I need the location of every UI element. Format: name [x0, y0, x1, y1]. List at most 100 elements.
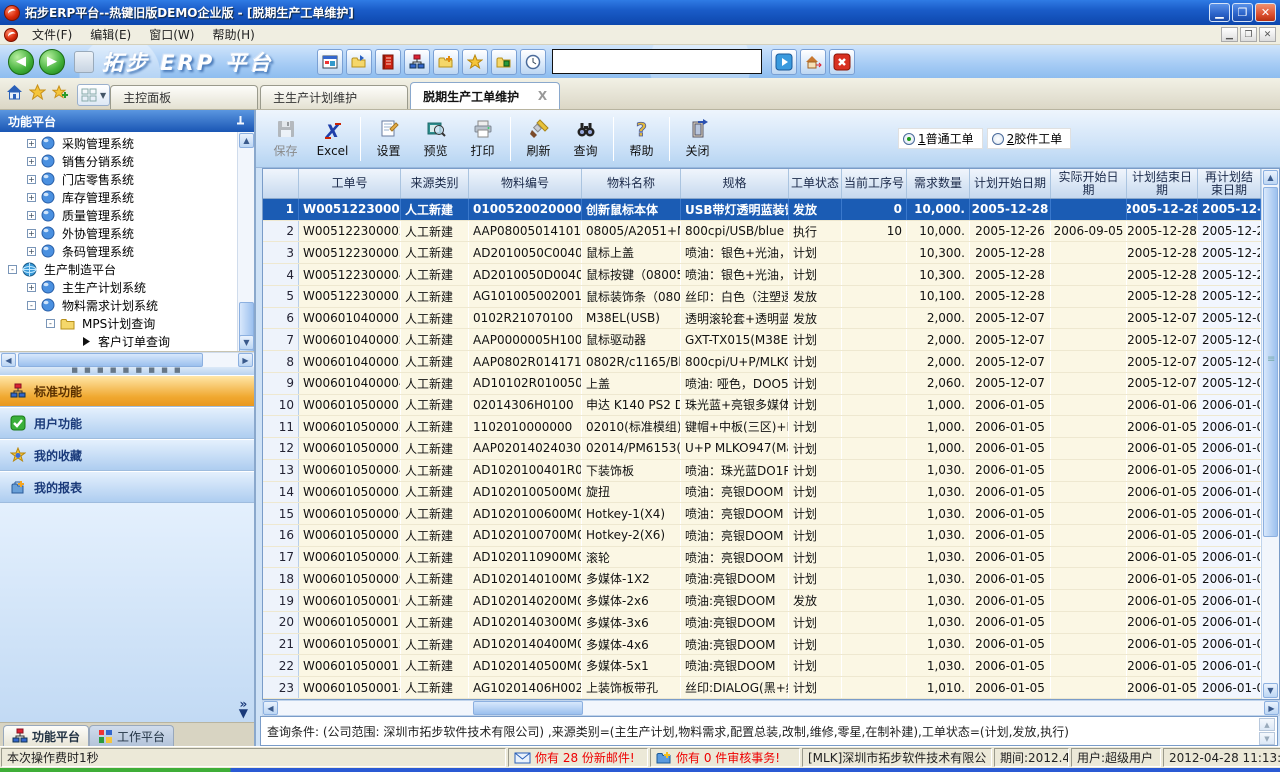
table-scroll-up-icon[interactable]: ▲ [1263, 170, 1278, 185]
tree-expander-icon[interactable]: + [27, 139, 36, 148]
table-row[interactable]: 5W005122300005人工新建AG1010050020010鼠标装饰条（0… [263, 286, 1261, 308]
forward-button[interactable]: ▶ [39, 49, 65, 75]
column-header-rownum[interactable] [263, 169, 299, 198]
tree-item-质量管理系统[interactable]: +质量管理系统 [0, 206, 237, 224]
pin-icon[interactable] [235, 115, 246, 127]
table-row[interactable]: 15W006010500006人工新建AD1020100600M00Hotkey… [263, 503, 1261, 525]
toolbar-button-刷新[interactable]: 刷新 [515, 113, 562, 165]
column-header-规格[interactable]: 规格 [681, 169, 789, 198]
query-scroll-down-icon[interactable]: ▼ [1259, 732, 1275, 745]
table-scroll-thumb[interactable] [1263, 187, 1278, 537]
mdi-restore-button[interactable]: ❐ [1240, 27, 1257, 42]
tree-expander-icon[interactable]: + [27, 211, 36, 220]
table-row[interactable]: 2W005122300002人工新建AAP08005014101008005/A… [263, 221, 1261, 243]
tree-item-客户订单查询[interactable]: 客户订单查询 [0, 332, 237, 350]
quickbar-button-app-window-icon[interactable] [317, 49, 343, 75]
column-header-当前工序号[interactable]: 当前工序号 [842, 169, 907, 198]
tree-item-库存管理系统[interactable]: +库存管理系统 [0, 188, 237, 206]
quickbar-button-notebook-icon[interactable] [375, 49, 401, 75]
column-header-物料编号[interactable]: 物料编号 [469, 169, 582, 198]
table-scroll-right-icon[interactable]: ▶ [1264, 701, 1279, 715]
accordion-item-用户功能[interactable]: 用户功能 [0, 407, 254, 439]
quickbar-button-folder-doc-icon[interactable] [491, 49, 517, 75]
table-row[interactable]: 23W006010500014人工新建AG10201406H0020上装饰板带孔… [263, 677, 1261, 699]
quickbar-button-clock-icon[interactable] [520, 49, 546, 75]
table-row[interactable]: 14W006010500005人工新建AD1020100500M00旋扭喷油：亮… [263, 482, 1261, 504]
table-row[interactable]: 17W006010500008人工新建AD1020110900M00滚轮喷油：亮… [263, 547, 1261, 569]
table-row[interactable]: 18W006010500009人工新建AD1020140100M00多媒体-1X… [263, 568, 1261, 590]
table-row[interactable]: 20W006010500011人工新建AD1020140300M00多媒体-3x… [263, 612, 1261, 634]
close-button[interactable]: ✕ [1255, 3, 1276, 22]
tree-expander-icon[interactable]: - [27, 301, 36, 310]
table-row[interactable]: 16W006010500007人工新建AD1020100700M00Hotkey… [263, 525, 1261, 547]
column-header-需求数量[interactable]: 需求数量 [907, 169, 970, 198]
menu-item-1[interactable]: 编辑(E) [81, 26, 140, 44]
quickbar-button-home-exit-icon[interactable] [800, 49, 826, 75]
column-header-物料名称[interactable]: 物料名称 [582, 169, 681, 198]
table-horizontal-scrollbar[interactable]: ◀ ▶ [262, 700, 1280, 716]
mdi-close-button[interactable]: ✕ [1259, 27, 1276, 42]
scroll-right-icon[interactable]: ▶ [238, 353, 253, 367]
quickbar-button-exit-icon[interactable] [829, 49, 855, 75]
column-header-计划结束日期[interactable]: 计划结束日期 [1127, 169, 1198, 198]
toolbar-button-关闭[interactable]: 关闭 [674, 113, 721, 165]
tabstrip-tool-star-icon[interactable] [29, 84, 46, 103]
quickbar-button-org-chart-icon[interactable] [404, 49, 430, 75]
sidebar-tab-工作平台[interactable]: 工作平台 [89, 725, 174, 746]
tabstrip-tool-star-add-icon[interactable] [52, 84, 69, 103]
quickbar-button-favorite-icon[interactable] [462, 49, 488, 75]
table-row[interactable]: 13W006010500004人工新建AD1020100401R00下装饰板喷油… [263, 460, 1261, 482]
column-header-工单号[interactable]: 工单号 [299, 169, 401, 198]
tree-item-销售分销系统[interactable]: +销售分销系统 [0, 152, 237, 170]
table-row[interactable]: 9W006010400004人工新建AD10102R0100500上盖喷油: 哑… [263, 373, 1261, 395]
table-row[interactable]: 3W005122300003人工新建AD2010050C00400鼠标上盖喷油：… [263, 242, 1261, 264]
quickbar-button-folder-add-icon[interactable] [433, 49, 459, 75]
table-row[interactable]: 10W006010500001人工新建02014306H0100申达 K140 … [263, 395, 1261, 417]
table-row[interactable]: 1W005122300001人工新建0100520020000创新鼠标本体USB… [263, 199, 1261, 221]
scroll-left-icon[interactable]: ◀ [1, 353, 16, 367]
accordion-item-我的报表[interactable]: 我的报表 [0, 471, 254, 503]
toolbar-button-打印[interactable]: 打印 [459, 113, 506, 165]
radio-option-胶件工单[interactable]: 2胶件工单 [987, 128, 1072, 149]
table-row[interactable]: 6W006010400001人工新建0102R21070100M38EL(USB… [263, 308, 1261, 330]
sidebar-tab-功能平台[interactable]: 功能平台 [3, 725, 89, 746]
tree-item-采购管理系统[interactable]: +采购管理系统 [0, 134, 237, 152]
tab-close-icon[interactable]: X [520, 89, 547, 103]
tab-脱期生产工单维护[interactable]: 脱期生产工单维护X [410, 82, 560, 109]
menu-item-3[interactable]: 帮助(H) [203, 26, 263, 44]
restore-button[interactable]: ❐ [1232, 3, 1253, 22]
radio-circle-icon[interactable] [992, 133, 1004, 145]
tree-expander-icon[interactable]: + [27, 157, 36, 166]
table-vertical-scrollbar[interactable]: ▲ ▼ [1261, 169, 1279, 699]
radio-circle-icon[interactable] [903, 133, 915, 145]
table-hscroll-thumb[interactable] [473, 701, 583, 715]
radio-option-普通工单[interactable]: 1普通工单 [898, 128, 983, 149]
tree-item-条码管理系统[interactable]: +条码管理系统 [0, 242, 237, 260]
column-header-计划开始日期[interactable]: 计划开始日期 [970, 169, 1051, 198]
query-scroll-up-icon[interactable]: ▲ [1259, 718, 1275, 731]
tree-vertical-scrollbar[interactable]: ▲ ▼ [237, 132, 254, 351]
tabstrip-tool-home-icon[interactable] [6, 84, 23, 103]
menu-item-0[interactable]: 文件(F) [23, 26, 81, 44]
column-header-来源类别[interactable]: 来源类别 [401, 169, 469, 198]
more-buttons-chevron[interactable]: »▼ [239, 700, 248, 718]
tab-layout-button[interactable]: ▼ [77, 84, 110, 106]
tab-主生产计划维护[interactable]: 主生产计划维护 [260, 85, 408, 109]
tree-expander-icon[interactable]: + [27, 247, 36, 256]
tree-item-生产制造平台[interactable]: -生产制造平台 [0, 260, 237, 278]
back-button[interactable]: ◀ [8, 49, 34, 75]
accordion-item-标准功能[interactable]: 标准功能 [0, 375, 254, 407]
tree-expander-icon[interactable]: - [46, 319, 55, 328]
sidebar-splitter[interactable]: ■ ■ ■ ■ ■ ■ ■ ■ ■ [0, 367, 254, 375]
toolbar-button-帮助[interactable]: ?帮助 [618, 113, 665, 165]
accordion-item-我的收藏[interactable]: 我的收藏 [0, 439, 254, 471]
tree-item-外协管理系统[interactable]: +外协管理系统 [0, 224, 237, 242]
toolbar-button-预览[interactable]: 预览 [412, 113, 459, 165]
scroll-up-icon[interactable]: ▲ [239, 133, 254, 148]
tree-hscroll-thumb[interactable] [18, 353, 203, 367]
table-row[interactable]: 8W006010400003人工新建AAP0802R01417100802R/c… [263, 351, 1261, 373]
table-row[interactable]: 22W006010500013人工新建AD1020140500M00多媒体-5x… [263, 655, 1261, 677]
table-scroll-left-icon[interactable]: ◀ [263, 701, 278, 715]
table-row[interactable]: 12W006010500003人工新建AAP02014024030002014/… [263, 438, 1261, 460]
mdi-minimize-button[interactable]: ▁ [1221, 27, 1238, 42]
